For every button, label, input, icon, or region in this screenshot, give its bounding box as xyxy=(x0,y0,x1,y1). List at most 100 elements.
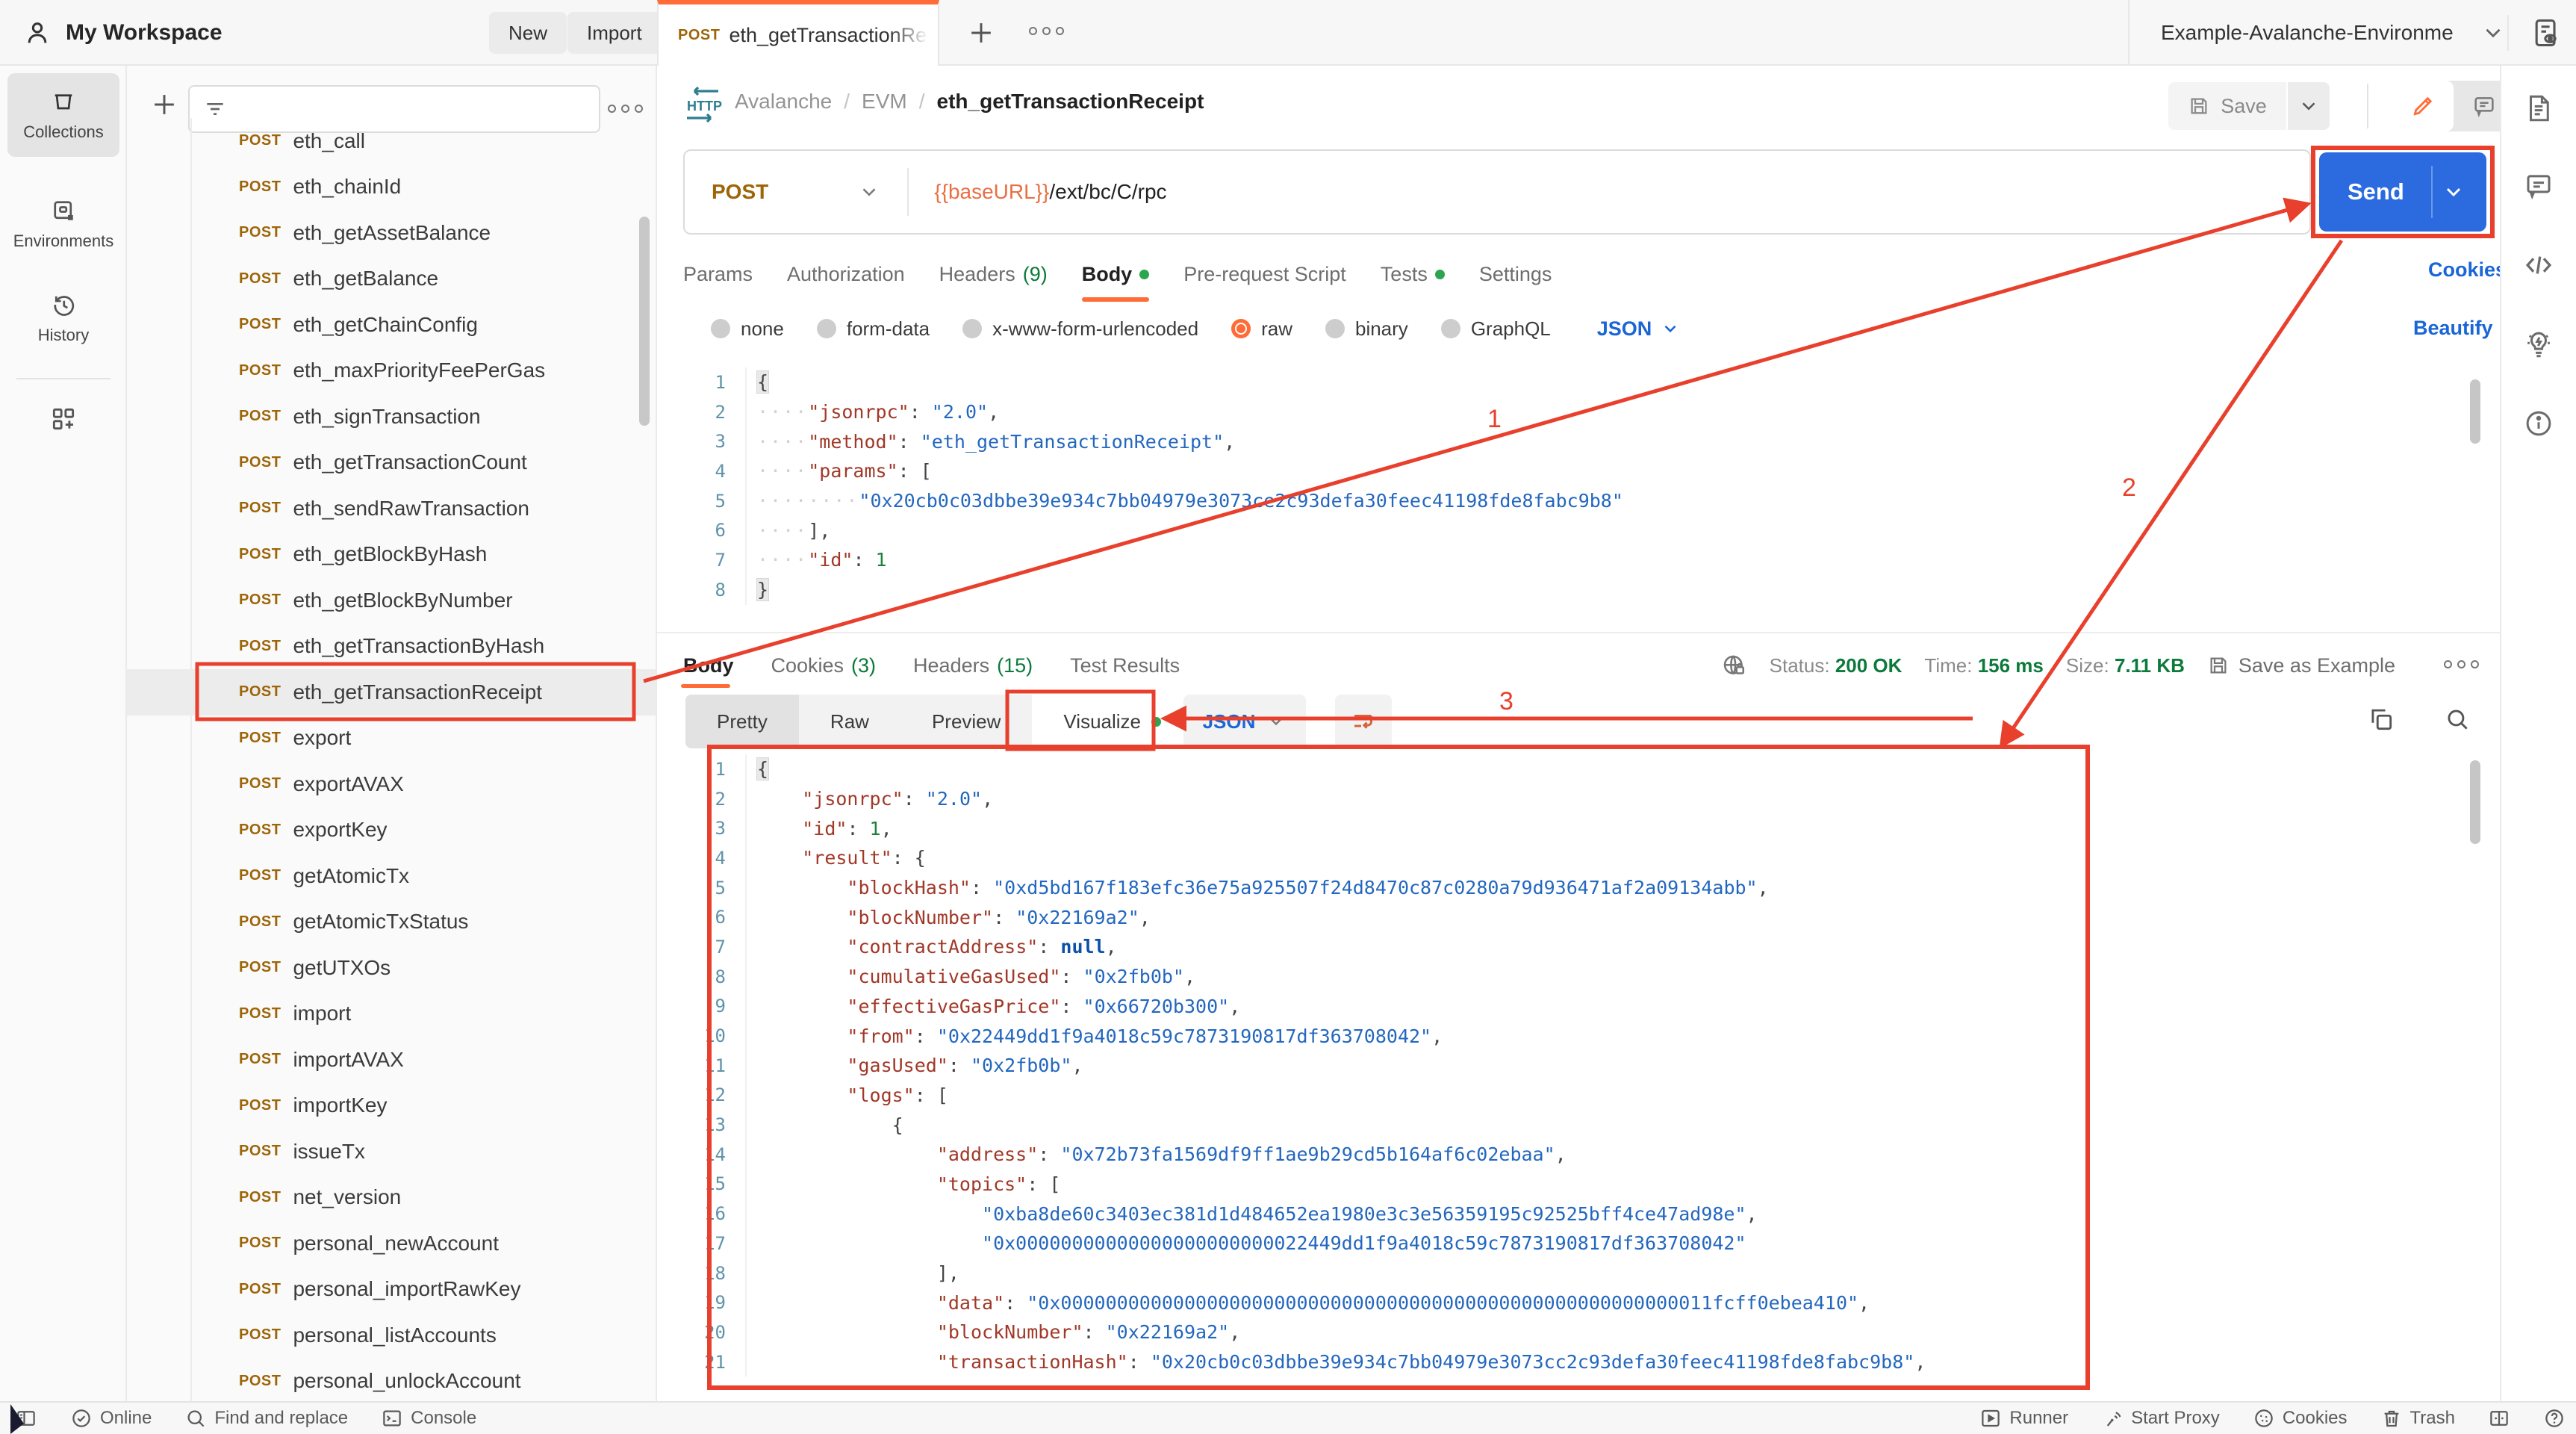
sidebar-request-getAtomicTxStatus[interactable]: POST getAtomicTxStatus xyxy=(127,899,656,946)
request-tab-settings[interactable]: Settings xyxy=(1479,249,1552,299)
sidebar-request-net_version[interactable]: POST net_version xyxy=(127,1175,656,1221)
body-mode-binary[interactable]: binary xyxy=(1325,317,1408,341)
wrap-lines-button[interactable] xyxy=(1335,695,1392,748)
sidebar-add-button[interactable] xyxy=(148,88,181,121)
cookies-manager-button[interactable]: Cookies xyxy=(2253,1407,2348,1430)
save-button[interactable]: Save xyxy=(2168,82,2286,130)
configure-tools-button[interactable] xyxy=(7,385,119,453)
sidebar-request-eth_maxPriorityFeePerGas[interactable]: POST eth_maxPriorityFeePerGas xyxy=(127,348,656,394)
sidebar-request-import[interactable]: POST import xyxy=(127,991,656,1037)
sidebar-request-personal_importRawKey[interactable]: POST personal_importRawKey xyxy=(127,1267,656,1313)
request-tab-pre-request-script[interactable]: Pre-request Script xyxy=(1183,249,1346,299)
find-and-replace-button[interactable]: Find and replace xyxy=(184,1407,348,1430)
import-button[interactable]: Import xyxy=(567,12,662,54)
new-tab-button[interactable] xyxy=(965,16,998,49)
sidebar-request-eth_getBlockByNumber[interactable]: POST eth_getBlockByNumber xyxy=(127,577,656,624)
sidebar-request-eth_chainId[interactable]: POST eth_chainId xyxy=(127,164,656,211)
sidebar-request-issueTx[interactable]: POST issueTx xyxy=(127,1129,656,1175)
request-tab-body[interactable]: Body xyxy=(1081,249,1150,302)
environment-quick-look-button[interactable] xyxy=(2507,15,2563,51)
response-options-button[interactable] xyxy=(2444,660,2479,668)
sidebar-scrollbar[interactable] xyxy=(639,217,650,426)
sidebar-request-eth_getBalance[interactable]: POST eth_getBalance xyxy=(127,256,656,302)
sidebar-request-eth_getChainConfig[interactable]: POST eth_getChainConfig xyxy=(127,302,656,348)
body-mode-raw[interactable]: raw xyxy=(1231,317,1292,341)
request-tab-tests[interactable]: Tests xyxy=(1381,249,1445,299)
comments-panel-button[interactable] xyxy=(2523,170,2554,202)
breadcrumb-folder[interactable]: EVM xyxy=(862,90,907,114)
new-button[interactable]: New xyxy=(489,12,567,54)
body-mode-none[interactable]: none xyxy=(711,317,784,341)
tab-options-button[interactable] xyxy=(1029,27,1064,35)
url-input[interactable]: {{baseURL}}/ext/bc/C/rpc xyxy=(934,180,1166,204)
response-scrollbar[interactable] xyxy=(2470,760,2480,844)
sidebar-options-button[interactable] xyxy=(608,105,643,113)
view-pretty[interactable]: Pretty xyxy=(685,695,799,748)
filter-input[interactable] xyxy=(237,98,566,120)
sidebar-request-personal_newAccount[interactable]: POST personal_newAccount xyxy=(127,1220,656,1267)
info-button[interactable] xyxy=(2523,408,2554,439)
view-raw[interactable]: Raw xyxy=(799,695,900,748)
send-button[interactable]: Send xyxy=(2319,152,2486,232)
sidebar-request-exportKey[interactable]: POST exportKey xyxy=(127,807,656,854)
breadcrumb-collection[interactable]: Avalanche xyxy=(735,90,832,114)
sidebar-request-importKey[interactable]: POST importKey xyxy=(127,1083,656,1129)
sidebar-request-eth_getBlockByHash[interactable]: POST eth_getBlockByHash xyxy=(127,532,656,578)
console-button[interactable]: Console xyxy=(381,1407,476,1430)
request-tab-authorization[interactable]: Authorization xyxy=(787,249,905,299)
request-editor-scrollbar[interactable] xyxy=(2470,379,2480,444)
documentation-button[interactable] xyxy=(2523,93,2554,124)
request-body-editor[interactable]: 1{2 ···· "jsonrpc": "2.0", 3 ···· "method": "… xyxy=(657,367,2500,633)
sidebar-request-eth_getTransactionCount[interactable]: POST eth_getTransactionCount xyxy=(127,440,656,486)
edit-mode-button[interactable] xyxy=(2392,81,2454,131)
sidebar-request-export[interactable]: POST export xyxy=(127,716,656,762)
sidebar-request-eth_getTransactionByHash[interactable]: POST eth_getTransactionByHash xyxy=(127,624,656,670)
request-tab-open[interactable]: POST eth_getTransactionRece xyxy=(657,0,939,66)
response-tab-body[interactable]: Body xyxy=(683,641,734,690)
response-language-select[interactable]: JSON xyxy=(1183,695,1306,748)
response-tab-test-results[interactable]: Test Results xyxy=(1070,641,1180,690)
body-mode-form-data[interactable]: form-data xyxy=(816,317,930,341)
breadcrumb-request-name[interactable]: eth_getTransactionReceipt xyxy=(937,90,1204,114)
sidebar-request-eth_getTransactionReceipt[interactable]: POST eth_getTransactionReceipt xyxy=(127,669,656,716)
method-select[interactable]: POST xyxy=(712,180,768,204)
response-tab-cookies[interactable]: Cookies (3) xyxy=(771,641,877,690)
body-language-select[interactable]: JSON xyxy=(1597,317,1681,341)
sidebar-item-environments[interactable]: Environments xyxy=(7,182,119,266)
workspace-switcher[interactable]: My Workspace xyxy=(22,0,223,66)
code-snippet-button[interactable] xyxy=(2523,249,2554,281)
help-button[interactable] xyxy=(2543,1407,2566,1430)
runner-button[interactable]: Runner xyxy=(1979,1407,2068,1430)
response-body-viewer[interactable]: 1{2 "jsonrpc": "2.0", 3 "id": 1,4 "result… xyxy=(657,754,2500,1391)
save-options-button[interactable] xyxy=(2288,82,2330,130)
trash-button[interactable]: Trash xyxy=(2380,1407,2455,1430)
sidebar-request-importAVAX[interactable]: POST importAVAX xyxy=(127,1037,656,1083)
sidebar-request-eth_call[interactable]: POST eth_call xyxy=(127,118,656,164)
beautify-link[interactable]: Beautify xyxy=(2413,317,2493,340)
view-visualize[interactable]: Visualize xyxy=(1032,695,1193,748)
sidebar-request-personal_listAccounts[interactable]: POST personal_listAccounts xyxy=(127,1312,656,1359)
sidebar-item-collections[interactable]: Collections xyxy=(7,73,119,157)
save-as-example-button[interactable]: Save as Example xyxy=(2207,654,2395,677)
sidebar-request-getUTXOs[interactable]: POST getUTXOs xyxy=(127,945,656,991)
body-mode-GraphQL[interactable]: GraphQL xyxy=(1440,317,1551,341)
related-requests-button[interactable] xyxy=(2523,329,2554,360)
sidebar-request-personal_unlockAccount[interactable]: POST personal_unlockAccount xyxy=(127,1359,656,1402)
cookies-link[interactable]: Cookies xyxy=(2428,258,2507,282)
two-pane-view-button[interactable] xyxy=(2488,1407,2510,1430)
response-tab-headers[interactable]: Headers (15) xyxy=(913,641,1033,690)
body-mode-x-www-form-urlencoded[interactable]: x-www-form-urlencoded xyxy=(962,317,1198,341)
sidebar-request-exportAVAX[interactable]: POST exportAVAX xyxy=(127,761,656,807)
sidebar-request-eth_sendRawTransaction[interactable]: POST eth_sendRawTransaction xyxy=(127,485,656,532)
copy-response-button[interactable] xyxy=(2367,705,2395,733)
pane-splitter[interactable] xyxy=(657,632,2500,633)
request-tab-params[interactable]: Params xyxy=(683,249,753,299)
toggle-sidebar-button[interactable] xyxy=(15,1407,37,1430)
request-tab-headers[interactable]: Headers (9) xyxy=(939,249,1048,299)
online-status[interactable]: Online xyxy=(70,1407,152,1430)
sidebar-item-history[interactable]: History xyxy=(7,276,119,360)
start-proxy-button[interactable]: Start Proxy xyxy=(2101,1407,2220,1430)
sidebar-request-eth_signTransaction[interactable]: POST eth_signTransaction xyxy=(127,394,656,440)
search-response-button[interactable] xyxy=(2443,705,2471,733)
sidebar-request-eth_getAssetBalance[interactable]: POST eth_getAssetBalance xyxy=(127,210,656,256)
